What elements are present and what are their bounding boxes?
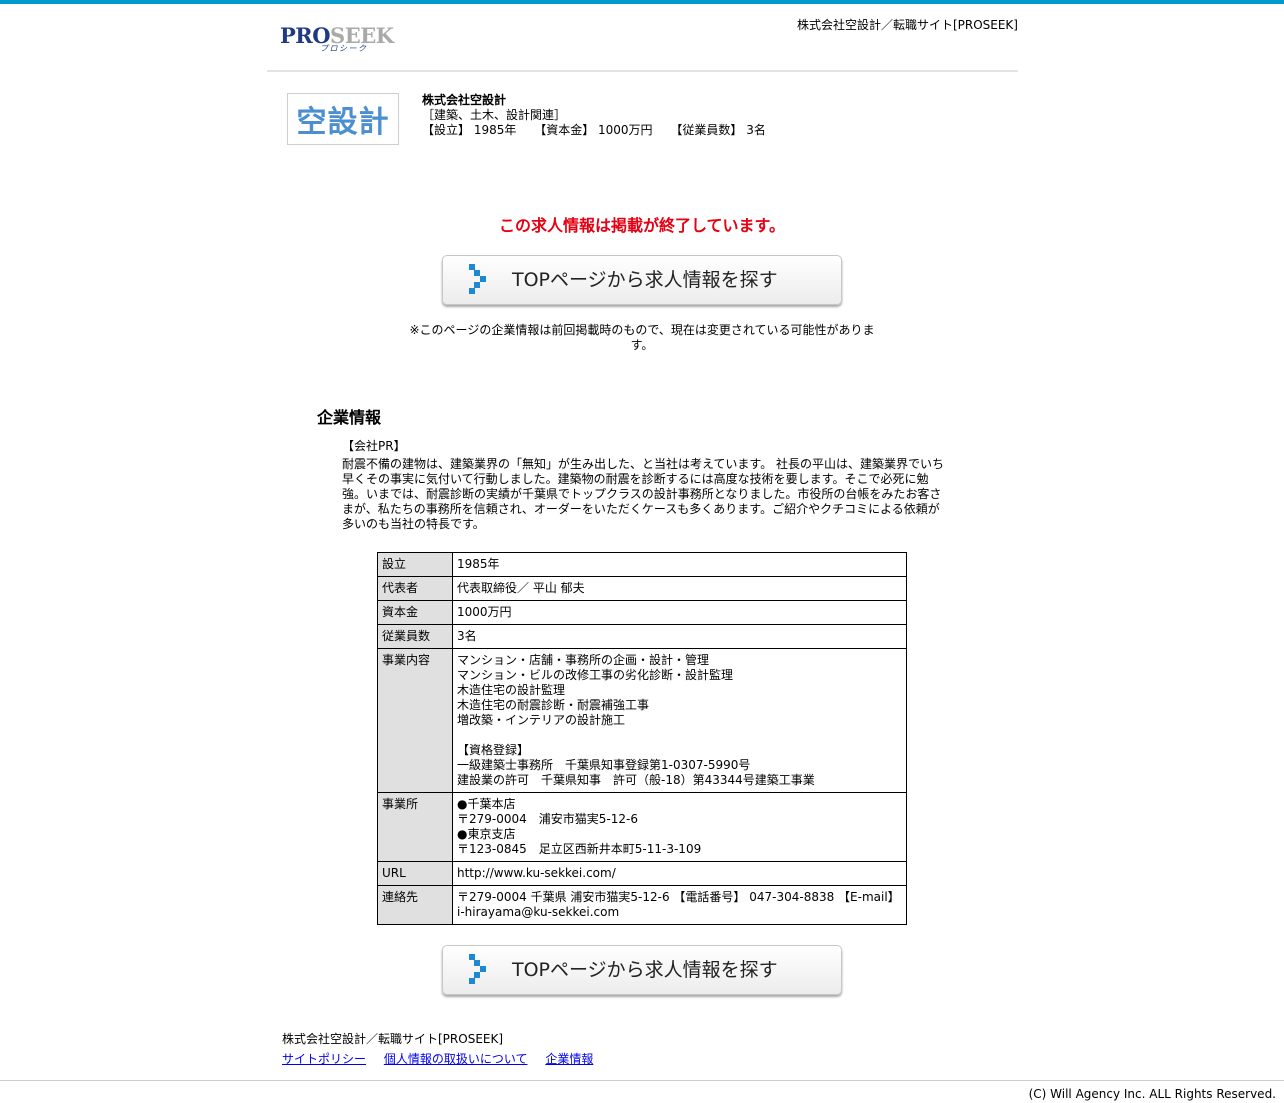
- row-label: 従業員数: [377, 624, 453, 649]
- company-logo: 空設計: [287, 93, 399, 145]
- fact-employees: 【従業員数】 3名: [670, 123, 766, 137]
- search-from-top-label: TOPページから求人情報を探す: [512, 959, 778, 981]
- table-row: 設立 1985年: [377, 552, 907, 577]
- row-value: 代表取締役／ 平山 郁夫: [452, 576, 907, 601]
- fact-founded: 【設立】 1985年: [422, 123, 517, 137]
- row-label: 連絡先: [377, 885, 453, 925]
- table-row: 資本金 1000万円: [377, 600, 907, 625]
- row-value: 3名: [452, 624, 907, 649]
- footer-links: サイトポリシー 個人情報の取扱いについて 企業情報: [282, 1050, 607, 1067]
- company-url[interactable]: http://www.ku-sekkei.com/: [452, 861, 907, 886]
- row-value: 〒279-0004 千葉県 浦安市猫実5-12-6 【電話番号】 047-304…: [452, 885, 907, 925]
- table-row: 連絡先 〒279-0004 千葉県 浦安市猫実5-12-6 【電話番号】 047-…: [377, 885, 907, 925]
- table-row: 代表者 代表取締役／ 平山 郁夫: [377, 576, 907, 601]
- search-from-top-label: TOPページから求人情報を探す: [512, 269, 778, 291]
- company-pr: 【会社PR】 耐震不備の建物は、建築業界の「無知」が生み出した、と当社は考えてい…: [342, 439, 948, 532]
- company-category: ［建築、土木、設計関連］: [422, 108, 567, 122]
- row-value: 1000万円: [452, 600, 907, 625]
- row-label: 事業内容: [377, 648, 453, 793]
- row-label: 設立: [377, 552, 453, 577]
- company-pr-label: 【会社PR】: [342, 439, 406, 453]
- logo-subtitle: プロシーク: [320, 44, 368, 53]
- arrow-right-icon: [469, 954, 491, 986]
- site-title: 株式会社空設計／転職サイト[PROSEEK]: [796, 18, 1018, 32]
- privacy-policy-link[interactable]: 個人情報の取扱いについて: [384, 1052, 528, 1066]
- row-label: 代表者: [377, 576, 453, 601]
- info-disclaimer: ※このページの企業情報は前回掲載時のもので、現在は変更されている可能性があります…: [409, 323, 875, 352]
- proseek-logo[interactable]: PROSEEK プロシーク: [280, 23, 394, 53]
- search-from-top-button[interactable]: TOPページから求人情報を探す: [442, 255, 842, 305]
- listing-ended-message: この求人情報は掲載が終了しています。: [499, 216, 785, 235]
- arrow-right-icon: [469, 264, 491, 296]
- table-row: 事業内容 マンション・店舗・事務所の企画・設計・管理 マンション・ビルの改修工事の…: [377, 648, 907, 793]
- site-policy-link[interactable]: サイトポリシー: [282, 1052, 366, 1066]
- company-info-table: 設立 1985年 代表者 代表取締役／ 平山 郁夫 資本金 1000万円 従業員数 3名…: [377, 552, 907, 925]
- company-summary: 株式会社空設計 ［建築、土木、設計関連］ 【設立】 1985年 【資本金】 10…: [422, 93, 780, 138]
- table-row: URL http://www.ku-sekkei.com/: [377, 861, 907, 886]
- company-pr-text: 耐震不備の建物は、建築業界の「無知」が生み出した、と当社は考えています。 社長の…: [342, 457, 945, 531]
- table-row: 従業員数 3名: [377, 624, 907, 649]
- row-value: マンション・店舗・事務所の企画・設計・管理 マンション・ビルの改修工事の劣化診断…: [452, 648, 907, 793]
- company-name: 株式会社空設計: [422, 93, 507, 107]
- table-row: 事業所 ●千葉本店 〒279-0004 浦安市猫実5-12-6 ●東京支店 〒12…: [377, 792, 907, 862]
- row-value: ●千葉本店 〒279-0004 浦安市猫実5-12-6 ●東京支店 〒123-0…: [452, 792, 907, 862]
- page-header: PROSEEK プロシーク 株式会社空設計／転職サイト[PROSEEK]: [267, 4, 1018, 72]
- row-value: 1985年: [452, 552, 907, 577]
- row-label: 事業所: [377, 792, 453, 862]
- footer-divider: [0, 1080, 1284, 1081]
- row-label: 資本金: [377, 600, 453, 625]
- company-facts: 【設立】 1985年 【資本金】 1000万円 【従業員数】 3名: [422, 123, 780, 138]
- search-from-top-button-bottom[interactable]: TOPページから求人情報を探す: [442, 945, 842, 995]
- company-info-heading: 企業情報: [317, 408, 382, 427]
- footer-site-title: 株式会社空設計／転職サイト[PROSEEK]: [282, 1032, 504, 1046]
- company-info-link[interactable]: 企業情報: [545, 1052, 593, 1066]
- row-label: URL: [377, 861, 453, 886]
- fact-capital: 【資本金】 1000万円: [534, 123, 653, 137]
- copyright: (C) Will Agency Inc. ALL Rights Reserved…: [1028, 1087, 1276, 1101]
